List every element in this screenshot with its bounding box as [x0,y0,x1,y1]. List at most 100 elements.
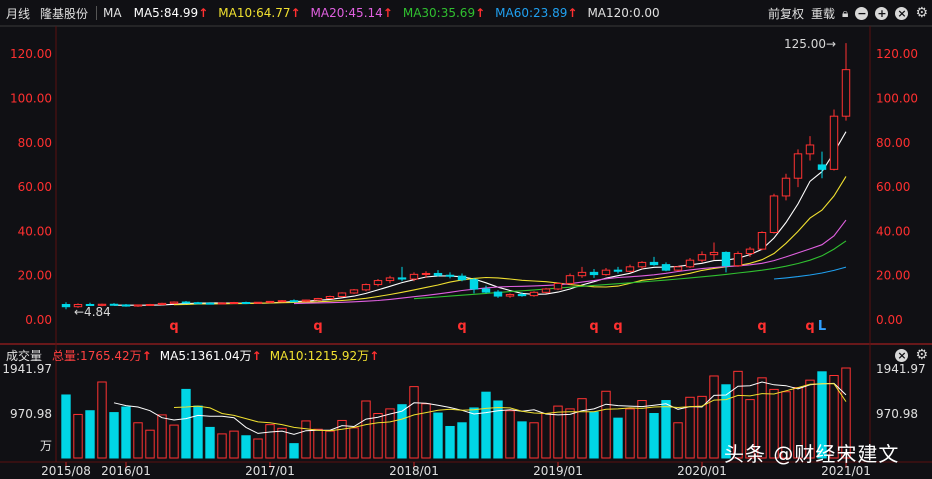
candle-body [589,271,599,276]
volume-bar [301,420,311,459]
candle-body [229,301,239,304]
candle-body [469,279,479,290]
chart-canvas: 0.00 0.00 20.00 20.00 40.00 40.00 60.00 60.00 80… [0,25,932,478]
time-tick-label: 2018/01 [389,464,439,478]
volume-bar [157,414,167,459]
price-tick-right: 40.00 [876,224,910,238]
price-tick-left: 100.00 [10,91,52,105]
candle-body [553,282,563,290]
close-icon[interactable]: × [895,6,909,20]
volume-bar [145,429,155,459]
volume-bar [649,413,659,459]
volume-bar [325,430,335,459]
candle-body [481,288,491,293]
candle-body [133,304,143,307]
time-tick-label: 2015/08 [41,464,91,478]
volume-tick-left: 1941.97 [2,362,52,376]
candle-body [169,301,179,304]
period-label[interactable]: 月线 [6,5,30,22]
candle-body [193,302,203,305]
time-tick-label: 2019/01 [533,464,583,478]
volume-settings-icon[interactable]: ⚙ [915,347,928,363]
candle-body [721,251,731,267]
ma-label[interactable]: MA [103,6,122,20]
ma30-value: MA30:35.69↑ [402,6,486,20]
volume-bar [313,428,323,459]
candle-body [709,251,719,256]
ma120-value: MA120:0.00 [587,6,660,20]
volume-bar [445,425,455,459]
volume-bar [637,400,647,459]
volume-bar [457,422,467,459]
volume-bar [229,430,239,459]
candle-body [805,144,815,155]
candle-body [601,269,611,276]
volume-ma5: MA5:1361.04万↑ [159,348,262,363]
candle-body [109,303,119,306]
volume-bar [673,422,683,459]
price-tick-right: 20.00 [876,269,910,283]
candle-body [733,253,743,267]
candle-body [793,153,803,179]
candle-body [277,300,287,303]
signal-marker: q [757,319,766,334]
candle-body [637,261,647,268]
volume-bar [601,390,611,459]
ma5-line [114,131,847,306]
candle-body [61,303,71,308]
ma60-value: MA60:23.89↑ [495,6,578,20]
candle-body [529,291,539,297]
stock-name: 隆基股份 [40,6,89,21]
candle-body [157,302,167,305]
candle-body [217,302,227,305]
volume-bar [241,435,251,459]
price-tick-left: 80.00 [18,136,52,150]
candle-body [385,277,395,282]
overlay-button[interactable]: 重载 [811,5,835,22]
volume-bar [349,427,359,459]
candle-body [145,303,155,306]
candle-body [613,269,623,272]
candle-body [433,272,443,276]
candle-body [505,294,515,297]
volume-bar [121,406,131,459]
volume-bar [385,408,395,459]
volume-bar [493,400,503,459]
toolbar-divider [96,6,98,20]
volume-bar [397,404,407,459]
price-tick-left: 40.00 [18,224,52,238]
price-tick-right: 100.00 [876,91,918,105]
lock-icon[interactable]: 🔒︎ [842,6,848,21]
candle-body [517,294,527,297]
volume-tick-left: 970.98 [10,407,52,421]
price-tick-right: 0.00 [876,313,903,327]
adjust-button[interactable]: 前复权 [768,5,804,22]
candle-body [493,291,503,297]
volume-bar [709,375,719,459]
price-low-annotation: ←4.84 [74,305,111,319]
signal-marker: L [818,319,826,334]
candle-body [673,266,683,271]
price-tick-right: 60.00 [876,180,910,194]
volume-bar [133,422,143,459]
volume-bar [289,443,299,459]
candle-body [817,164,827,170]
candle-body [313,298,323,301]
volume-tick-right: 1941.97 [876,362,926,376]
watermark: 头条 @财经宋建文 [724,442,900,466]
price-tick-right: 80.00 [876,136,910,150]
zoom-out-icon[interactable]: − [855,6,869,20]
volume-bar [481,391,491,459]
signal-marker: q [169,319,178,334]
volume-close-icon[interactable]: × [895,348,909,362]
price-tick-left: 60.00 [18,180,52,194]
candle-body [649,261,659,266]
candle-body [457,275,467,281]
settings-gear-icon[interactable]: ⚙ [915,5,928,21]
ma60-line [773,266,847,280]
candle-body [289,300,299,303]
volume-bar [613,417,623,459]
volume-bar [589,411,599,459]
candle-body [325,296,335,300]
zoom-in-icon[interactable]: + [875,6,889,20]
